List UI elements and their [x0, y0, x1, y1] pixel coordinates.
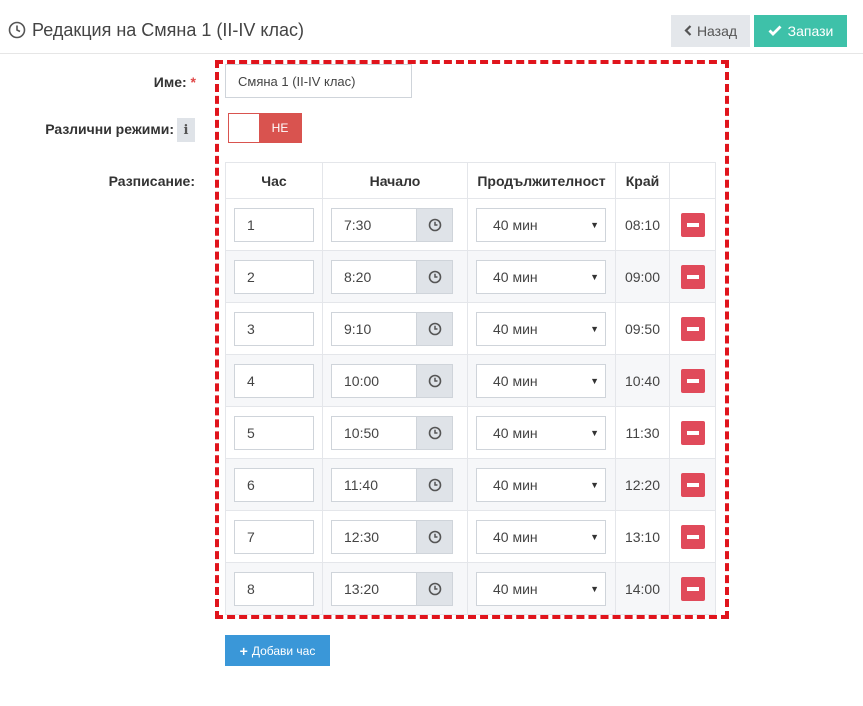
modes-label: Различни режими: [45, 121, 174, 137]
page-title: Редакция на Смяна 1 (II-IV клас) [8, 17, 304, 43]
page-title-text: Редакция на Смяна 1 (II-IV клас) [32, 19, 304, 40]
highlight-frame [215, 60, 729, 619]
back-button[interactable]: Назад [671, 15, 750, 47]
add-hour-label: Добави час [251, 643, 316, 658]
back-button-label: Назад [696, 23, 738, 39]
info-icon[interactable]: i [177, 118, 195, 142]
page-header: Редакция на Смяна 1 (II-IV клас) Назад З… [0, 0, 863, 54]
required-mark: * [190, 74, 196, 90]
name-label: Име: [153, 74, 187, 90]
chevron-left-icon [684, 23, 692, 39]
plus-icon: + [239, 642, 248, 659]
name-label-row: Име: * [100, 74, 196, 90]
add-hour-button[interactable]: + Добави час [225, 635, 330, 666]
save-button[interactable]: Запази [754, 15, 847, 47]
schedule-label: Разписание: [108, 173, 195, 189]
save-button-label: Запази [787, 23, 834, 39]
clock-icon [8, 21, 26, 39]
check-icon [768, 23, 782, 39]
